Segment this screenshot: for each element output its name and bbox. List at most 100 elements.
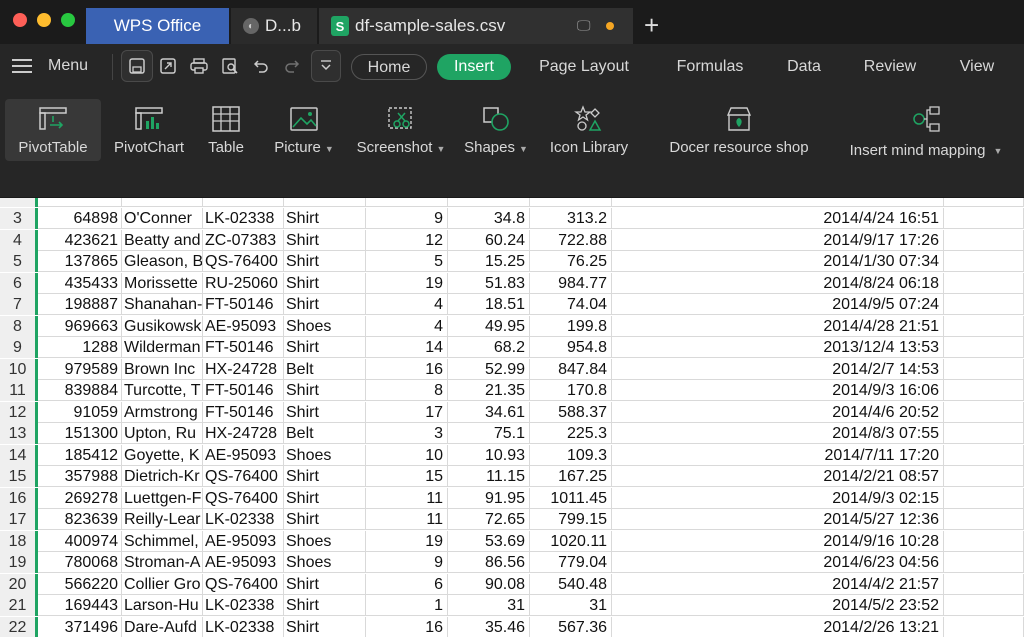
tab-insert[interactable]: Insert (437, 54, 511, 80)
row-header[interactable]: 7 (0, 294, 38, 315)
tab-review[interactable]: Review (856, 54, 924, 80)
cell-sku[interactable]: AE-95093 (203, 530, 284, 552)
cell-empty[interactable] (944, 466, 1024, 487)
cell-total[interactable]: 167.25 (530, 466, 612, 487)
tab-home[interactable]: Home (351, 54, 427, 80)
row-header[interactable]: 20 (0, 573, 38, 595)
cell[interactable] (38, 198, 122, 207)
cell-category[interactable]: Shirt (284, 466, 366, 487)
tab-view[interactable]: View (950, 54, 1004, 80)
row-header[interactable]: 13 (0, 423, 38, 444)
cell-quantity[interactable]: 5 (366, 251, 448, 272)
cell-quantity[interactable]: 9 (366, 208, 448, 229)
row-header[interactable]: 12 (0, 401, 38, 423)
docer-resource-shop-button[interactable]: Docer resource shop (660, 99, 818, 161)
minimize-window-button[interactable] (37, 13, 51, 27)
cell-total[interactable]: 109.3 (530, 444, 612, 466)
cell-category[interactable]: Shoes (284, 315, 366, 337)
cell[interactable] (284, 198, 366, 207)
cell-empty[interactable] (944, 208, 1024, 229)
row-header[interactable]: 9 (0, 337, 38, 358)
cell-order-id[interactable]: 566220 (38, 573, 122, 595)
cell-sku[interactable]: ZC-07383 (203, 229, 284, 251)
cell-company[interactable]: Dietrich-Kr (122, 466, 203, 487)
cell-sku[interactable]: FT-50146 (203, 380, 284, 401)
tab-page-layout[interactable]: Page Layout (528, 54, 640, 80)
monitor-icon[interactable]: 🖵 (577, 17, 591, 34)
row-header[interactable]: 11 (0, 380, 38, 401)
cell-quantity[interactable]: 19 (366, 530, 448, 552)
cell-order-id[interactable]: 823639 (38, 509, 122, 530)
cell[interactable] (366, 198, 448, 207)
cell-empty[interactable] (944, 358, 1024, 380)
cell-order-id[interactable]: 357988 (38, 466, 122, 487)
cell-date[interactable]: 2014/9/3 02:15 (612, 487, 944, 509)
cell-sku[interactable]: LK-02338 (203, 616, 284, 637)
cell-empty[interactable] (944, 380, 1024, 401)
cell-date[interactable]: 2014/2/7 14:53 (612, 358, 944, 380)
cell-price[interactable]: 31 (448, 595, 530, 616)
cell-empty[interactable] (944, 294, 1024, 315)
cell[interactable] (122, 198, 203, 207)
cell-company[interactable]: Beatty and (122, 229, 203, 251)
cell-category[interactable]: Shirt (284, 573, 366, 595)
cell-company[interactable]: Goyette, K (122, 444, 203, 466)
cell-total[interactable]: 984.77 (530, 272, 612, 294)
insert-mind-mapping-button[interactable]: Insert mind mapping ▼ (836, 99, 1016, 161)
cell-total[interactable]: 779.04 (530, 552, 612, 573)
cell-quantity[interactable]: 4 (366, 294, 448, 315)
cell-quantity[interactable]: 15 (366, 466, 448, 487)
redo-icon[interactable] (279, 53, 305, 79)
cell[interactable] (612, 198, 944, 207)
cell-quantity[interactable]: 12 (366, 229, 448, 251)
cell-total[interactable]: 199.8 (530, 315, 612, 337)
cell-price[interactable]: 51.83 (448, 272, 530, 294)
cell[interactable] (530, 198, 612, 207)
row-header[interactable]: 14 (0, 444, 38, 466)
cell-total[interactable]: 799.15 (530, 509, 612, 530)
cell-empty[interactable] (944, 337, 1024, 358)
cell-quantity[interactable]: 17 (366, 401, 448, 423)
cell-date[interactable]: 2014/9/5 07:24 (612, 294, 944, 315)
cell-order-id[interactable]: 435433 (38, 272, 122, 294)
cell-category[interactable]: Shirt (284, 272, 366, 294)
cell-date[interactable]: 2014/4/28 21:51 (612, 315, 944, 337)
cell-empty[interactable] (944, 530, 1024, 552)
cell-price[interactable]: 34.61 (448, 401, 530, 423)
cell-category[interactable]: Shirt (284, 380, 366, 401)
cell-date[interactable]: 2014/6/23 04:56 (612, 552, 944, 573)
row-header[interactable]: 21 (0, 595, 38, 616)
cell-order-id[interactable]: 969663 (38, 315, 122, 337)
cell-total[interactable]: 1011.45 (530, 487, 612, 509)
cell-category[interactable]: Shirt (284, 208, 366, 229)
cell-category[interactable]: Shoes (284, 530, 366, 552)
cell-empty[interactable] (944, 423, 1024, 444)
row-header[interactable]: 8 (0, 315, 38, 337)
spreadsheet-grid[interactable]: 3 64898 O'Conner LK-02338 Shirt 9 34.8 313.2 201… (0, 198, 1024, 637)
tab-csv-file[interactable]: S df-sample-sales.csv 🖵 (319, 8, 633, 44)
tab-wps-office[interactable]: WPS Office (86, 8, 229, 44)
cell-price[interactable]: 21.35 (448, 380, 530, 401)
export-icon[interactable] (155, 53, 181, 79)
cell-price[interactable]: 35.46 (448, 616, 530, 637)
cell-order-id[interactable]: 185412 (38, 444, 122, 466)
cell-date[interactable]: 2014/5/27 12:36 (612, 509, 944, 530)
cell-company[interactable]: Gusikowsk (122, 315, 203, 337)
cell-category[interactable]: Shirt (284, 595, 366, 616)
row-header[interactable]: 17 (0, 509, 38, 530)
cell-date[interactable]: 2014/4/24 16:51 (612, 208, 944, 229)
cell-total[interactable]: 847.84 (530, 358, 612, 380)
tab-formulas[interactable]: Formulas (666, 54, 754, 80)
cell-category[interactable]: Shirt (284, 616, 366, 637)
cell-order-id[interactable]: 269278 (38, 487, 122, 509)
row-header[interactable]: 10 (0, 358, 38, 380)
cell-company[interactable]: Stroman-A (122, 552, 203, 573)
cell-order-id[interactable]: 979589 (38, 358, 122, 380)
cell-sku[interactable]: HX-24728 (203, 423, 284, 444)
cell-empty[interactable] (944, 509, 1024, 530)
cell-empty[interactable] (944, 229, 1024, 251)
cell-company[interactable]: Dare-Aufd (122, 616, 203, 637)
cell-date[interactable]: 2014/2/21 08:57 (612, 466, 944, 487)
cell-empty[interactable] (944, 616, 1024, 637)
cell-sku[interactable]: QS-76400 (203, 466, 284, 487)
